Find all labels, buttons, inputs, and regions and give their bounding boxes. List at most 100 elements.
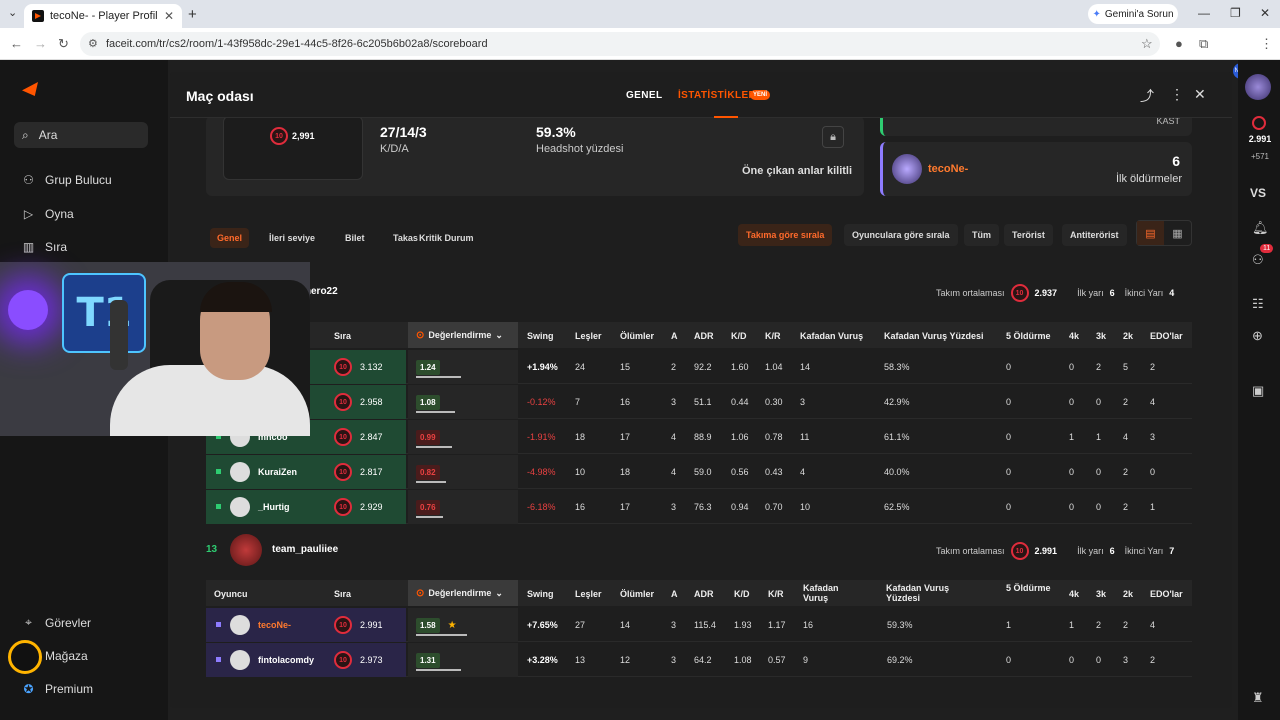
cell-k2: 2 bbox=[1123, 620, 1129, 630]
col-hs[interactable]: Kafadan Vuruş bbox=[800, 331, 863, 341]
filter-clutch[interactable]: Kritik Durum bbox=[412, 228, 481, 248]
col-assists[interactable]: A bbox=[671, 589, 678, 599]
url-field[interactable]: ⚙ faceit.com/tr/cs2/room/1-43f958dc-29e1… bbox=[80, 32, 1160, 56]
tab-statistics[interactable]: İSTATİSTİKLER bbox=[678, 90, 756, 101]
sort-by-player[interactable]: Oyunculara göre sırala bbox=[844, 224, 958, 246]
col-assists[interactable]: A bbox=[671, 331, 678, 341]
table-row[interactable]: fintolacomdy 10 2.973 1.31 +3.28% 13 12 3 64.2 1.… bbox=[206, 643, 1192, 677]
col-player[interactable]: Oyuncu bbox=[214, 589, 248, 599]
table-row[interactable]: mhcoo 10 2.847 0.99 -1.91% 18 17 4 88.9 1.06 0.78 1… bbox=[206, 420, 1192, 454]
side-ct[interactable]: Antiterörist bbox=[1062, 224, 1127, 246]
table-row[interactable]: 10 3.132 1.24 +1.94% 24 15 2 92.2 1.60 1.04 14 58.3… bbox=[206, 350, 1192, 384]
col-3k[interactable]: 3k bbox=[1096, 331, 1106, 341]
col-edo[interactable]: EDO'lar bbox=[1150, 331, 1183, 341]
tab-search-icon[interactable]: ⌄ bbox=[8, 6, 17, 19]
col-4k[interactable]: 4k bbox=[1069, 331, 1079, 341]
table-row[interactable]: _Hurtig 10 2.929 0.76 -6.18% 16 17 3 76.3 0.94 0.7… bbox=[206, 490, 1192, 524]
col-rating[interactable]: ⊙ Değerlendirme ⌄ bbox=[408, 322, 518, 348]
sidebar-search[interactable]: ⌕ Ara bbox=[14, 122, 148, 148]
col-deaths[interactable]: Ölümler bbox=[620, 589, 654, 599]
bell-icon[interactable]: 🔔︎ bbox=[1252, 220, 1269, 236]
col-rank[interactable]: Sıra bbox=[334, 589, 351, 599]
back-icon[interactable]: ← bbox=[10, 36, 23, 51]
player-name: _Hurtig bbox=[258, 502, 290, 512]
share-icon[interactable]: ⤴ bbox=[1140, 86, 1154, 106]
user-avatar[interactable] bbox=[1245, 74, 1271, 100]
col-5k[interactable]: 5 Öldürme bbox=[1006, 331, 1051, 341]
col-rank[interactable]: Sıra bbox=[334, 331, 351, 341]
table-row[interactable]: 10 2.958 1.08 -0.12% 7 16 3 51.1 0.44 0.30 3 42.9% 0… bbox=[206, 385, 1192, 419]
filter-general[interactable]: Genel bbox=[210, 228, 250, 248]
col-kd[interactable]: K/D bbox=[731, 331, 747, 341]
tab-general[interactable]: GENEL bbox=[626, 90, 662, 101]
level-badge: 10 bbox=[270, 127, 288, 145]
col-kr[interactable]: K/R bbox=[768, 589, 784, 599]
col-edo[interactable]: EDO'lar bbox=[1150, 589, 1183, 599]
col-5k[interactable]: 5 Öldürme bbox=[1006, 583, 1056, 593]
site-info-icon[interactable]: ⚙ bbox=[88, 37, 98, 50]
rail-vs[interactable]: VS bbox=[1250, 186, 1266, 200]
party-indicator bbox=[216, 657, 221, 662]
table-row[interactable]: KuraiZen 10 2.817 0.82 -4.98% 10 18 4 59.0 0.56 0.… bbox=[206, 455, 1192, 489]
col-2k[interactable]: 2k bbox=[1123, 589, 1133, 599]
minimize-icon[interactable]: — bbox=[1198, 6, 1210, 20]
col-3k[interactable]: 3k bbox=[1096, 589, 1106, 599]
list-view-icon[interactable]: ▤ bbox=[1137, 221, 1164, 245]
sidebar-item-ranking[interactable]: ▥ Sıra bbox=[22, 240, 67, 254]
col-swing[interactable]: Swing bbox=[527, 589, 554, 599]
sort-by-team[interactable]: Takıma göre sırala bbox=[738, 224, 833, 246]
gemini-button[interactable]: ✦ Gemini'a Sorun bbox=[1088, 4, 1178, 24]
first-kills-card bbox=[880, 142, 1192, 196]
tab-title: tecoNe- - Player Profile - FACEI bbox=[50, 10, 158, 22]
sidebar-item-party-finder[interactable]: ⚇ Grup Bulucu bbox=[22, 173, 112, 187]
team2-name[interactable]: team_pauliiee bbox=[272, 544, 338, 555]
lens-icon[interactable]: ● bbox=[1175, 36, 1183, 51]
close-window-icon[interactable]: ✕ bbox=[1260, 6, 1270, 20]
col-4k[interactable]: 4k bbox=[1069, 589, 1079, 599]
col-kd[interactable]: K/D bbox=[734, 589, 750, 599]
menu-kebab-icon[interactable]: ⋮ bbox=[1260, 36, 1273, 52]
side-all[interactable]: Tüm bbox=[964, 224, 999, 246]
faceit-rail-logo-icon[interactable]: ♜ bbox=[1252, 690, 1264, 706]
friends-icon[interactable]: ⚇ bbox=[1252, 252, 1264, 268]
extensions-icon[interactable]: ⧉ bbox=[1199, 36, 1208, 52]
col-swing[interactable]: Swing bbox=[527, 331, 554, 341]
reload-icon[interactable]: ↻ bbox=[58, 36, 69, 52]
profile-icon[interactable]: ▣ bbox=[1252, 383, 1264, 399]
sidebar-item-store[interactable]: Mağaza bbox=[45, 649, 88, 663]
player-elo: 3.132 bbox=[360, 362, 383, 372]
grid-view-icon[interactable]: ▦ bbox=[1164, 221, 1191, 245]
more-icon[interactable]: ⋮ bbox=[1170, 86, 1184, 103]
filter-ticket[interactable]: Bilet bbox=[338, 228, 372, 248]
webcam-mic bbox=[110, 300, 128, 370]
sidebar-item-play[interactable]: ▷ Oyna bbox=[22, 207, 74, 221]
first-kills-player[interactable]: tecoNe- bbox=[928, 163, 968, 175]
col-hsp[interactable]: Kafadan Vuruş Yüzdesi bbox=[886, 583, 966, 603]
sidebar-item-premium[interactable]: ✪ Premium bbox=[22, 682, 93, 696]
cell-kd: 1.08 bbox=[734, 655, 752, 665]
cell-kr: 0.30 bbox=[765, 397, 783, 407]
sidebar-item-missions[interactable]: ⌖ Görevler bbox=[22, 615, 91, 630]
col-adr[interactable]: ADR bbox=[694, 589, 714, 599]
close-icon[interactable]: ✕ bbox=[1194, 86, 1206, 103]
add-icon[interactable]: ⊕ bbox=[1252, 328, 1263, 344]
bookmark-star-icon[interactable]: ☆ bbox=[1141, 36, 1153, 52]
forward-icon[interactable]: → bbox=[34, 36, 47, 51]
col-hs[interactable]: Kafadan Vuruş bbox=[803, 583, 863, 603]
col-adr[interactable]: ADR bbox=[694, 331, 714, 341]
chat-icon[interactable]: ☷ bbox=[1252, 296, 1264, 312]
col-2k[interactable]: 2k bbox=[1123, 331, 1133, 341]
col-hsp[interactable]: Kafadan Vuruş Yüzdesi bbox=[884, 331, 984, 341]
col-kr[interactable]: K/R bbox=[765, 331, 781, 341]
maximize-icon[interactable]: ❐ bbox=[1230, 6, 1241, 20]
filter-advanced[interactable]: İleri seviye bbox=[262, 228, 322, 248]
col-deaths[interactable]: Ölümler bbox=[620, 331, 654, 341]
close-tab-icon[interactable]: ✕ bbox=[164, 9, 174, 23]
col-kills[interactable]: Leşler bbox=[575, 331, 602, 341]
new-tab-icon[interactable]: + bbox=[188, 6, 197, 23]
col-rating[interactable]: ⊙ Değerlendirme ⌄ bbox=[408, 580, 518, 606]
col-kills[interactable]: Leşler bbox=[575, 589, 602, 599]
browser-tab[interactable]: tecoNe- - Player Profile - FACEI ✕ bbox=[24, 4, 182, 28]
table-row[interactable]: tecoNe- 10 2.991 1.58 ★ +7.65% 27 14 3 115.4 1.93 1… bbox=[206, 608, 1192, 642]
side-t[interactable]: Terörist bbox=[1004, 224, 1053, 246]
